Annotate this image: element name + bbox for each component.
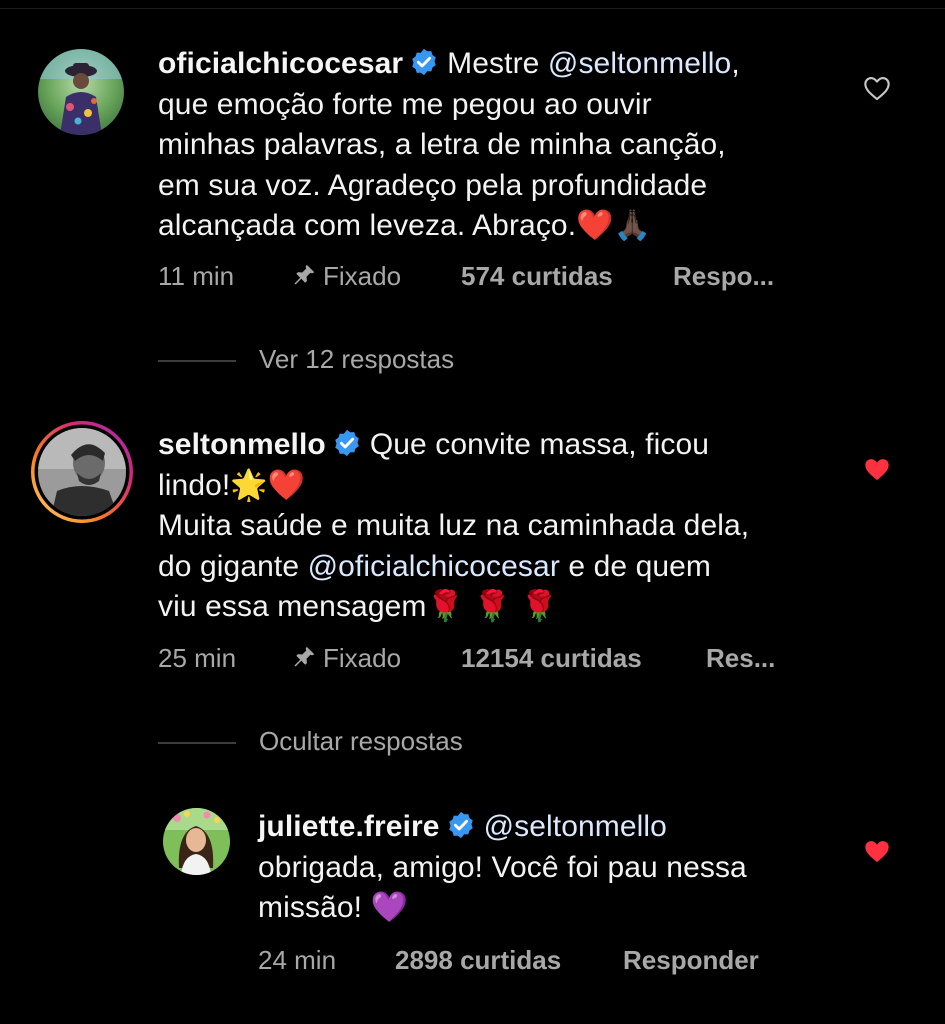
heart-filled-icon[interactable] — [863, 456, 891, 482]
likes-count[interactable]: 2898 curtidas — [395, 945, 561, 976]
replies-divider — [158, 360, 236, 362]
replies-toggle-label[interactable]: Ocultar respostas — [259, 726, 463, 757]
avatar-seltonmello[interactable] — [29, 419, 135, 525]
comment-line-5: viu essa mensagem🌹 🌹 🌹 — [158, 587, 858, 628]
verified-badge-icon — [412, 48, 436, 76]
comment-text: viu essa mensagem — [158, 590, 427, 623]
comment-line-1: seltonmello Que convite massa, ficou — [158, 425, 858, 466]
pinned-indicator: Fixado — [291, 643, 401, 674]
comment-meta: 25 min Fixado 12154 curtidas Res... — [158, 643, 798, 675]
comment-text: Mestre — [447, 47, 548, 80]
comment-text: , — [731, 47, 740, 80]
reply-button[interactable]: Respo... — [673, 261, 774, 292]
likes-count[interactable]: 574 curtidas — [461, 261, 613, 292]
username-juliette-freire[interactable]: juliette.freire — [258, 810, 440, 843]
comment-line-4: em sua voz. Agradeço pela profundidade — [158, 168, 708, 202]
purple-heart-emoji: 💜 — [370, 890, 408, 925]
roses-emoji: 🌹 🌹 🌹 — [426, 589, 559, 624]
view-replies-toggle[interactable]: Ver 12 respostas — [158, 344, 558, 376]
likes-count[interactable]: 12154 curtidas — [461, 643, 642, 674]
avatar-oficialchicocesar[interactable] — [38, 49, 124, 135]
comment-line-5: alcançada com leveza. Abraço.❤️🙏🏿 — [158, 206, 858, 247]
reply-line-3: missão! 💜 — [258, 888, 838, 929]
comment-text: e de quem — [559, 549, 712, 583]
comment-line-4: do gigante @oficialchicocesar e de quem — [158, 547, 858, 588]
comment-line-3: minhas palavras, a letra de minha canção… — [158, 128, 726, 161]
top-divider — [0, 8, 945, 9]
comment-line-2: lindo!🌟❤️ — [158, 466, 858, 507]
pin-icon — [294, 646, 315, 667]
heart-outline-icon[interactable] — [863, 75, 891, 101]
heart-filled-icon[interactable] — [863, 838, 891, 864]
mention-link[interactable]: @oficialchicocesar — [308, 550, 560, 583]
reply-line-1: juliette.freire @seltonmello — [258, 807, 838, 848]
mention-link[interactable]: @seltonmello — [484, 810, 667, 843]
comment-text: Que convite massa, ficou — [369, 428, 710, 461]
comment-line-2: que emoção forte me pegou ao ouvir — [158, 87, 652, 121]
username-oficialchicocesar[interactable]: oficialchicocesar — [158, 47, 403, 80]
avatar-juliette-freire[interactable] — [163, 808, 230, 875]
reply-button[interactable]: Responder — [623, 945, 759, 976]
pinned-label: Fixado — [323, 643, 402, 673]
comment-time: 24 min — [258, 945, 337, 975]
comment-time: 11 min — [158, 261, 235, 291]
comment-text: missão! — [258, 891, 363, 924]
pinned-label: Fixado — [323, 261, 402, 291]
username-seltonmello[interactable]: seltonmello — [158, 428, 326, 461]
comment-time: 25 min — [158, 643, 237, 673]
comment-line-1: oficialchicocesar Mestre @seltonmello, — [158, 44, 858, 85]
pin-icon — [294, 264, 315, 285]
comment-meta: 11 min Fixado 574 curtidas Respo... — [158, 261, 798, 293]
verified-badge-icon — [335, 429, 359, 457]
heart-pray-emoji: ❤️🙏🏿 — [576, 208, 652, 243]
pinned-indicator: Fixado — [291, 261, 401, 292]
mention-link[interactable]: @seltonmello — [548, 47, 731, 80]
replies-divider — [158, 742, 236, 744]
hide-replies-toggle[interactable]: Ocultar respostas — [158, 726, 558, 758]
reply-meta: 24 min 2898 curtidas Responder — [258, 945, 818, 977]
verified-badge-icon — [448, 811, 473, 839]
replies-toggle-label[interactable]: Ver 12 respostas — [259, 344, 454, 375]
reply-line-2: obrigada, amigo! Você foi pau nessa — [258, 850, 747, 884]
star-heart-emoji: 🌟❤️ — [230, 467, 306, 503]
comment-line-3: Muita saúde e muita luz na caminhada del… — [158, 509, 750, 542]
comment-text: lindo! — [158, 468, 231, 502]
comment-text: do gigante — [158, 549, 308, 583]
reply-button[interactable]: Res... — [706, 643, 775, 674]
comment-text: alcançada com leveza. Abraço. — [158, 209, 577, 242]
